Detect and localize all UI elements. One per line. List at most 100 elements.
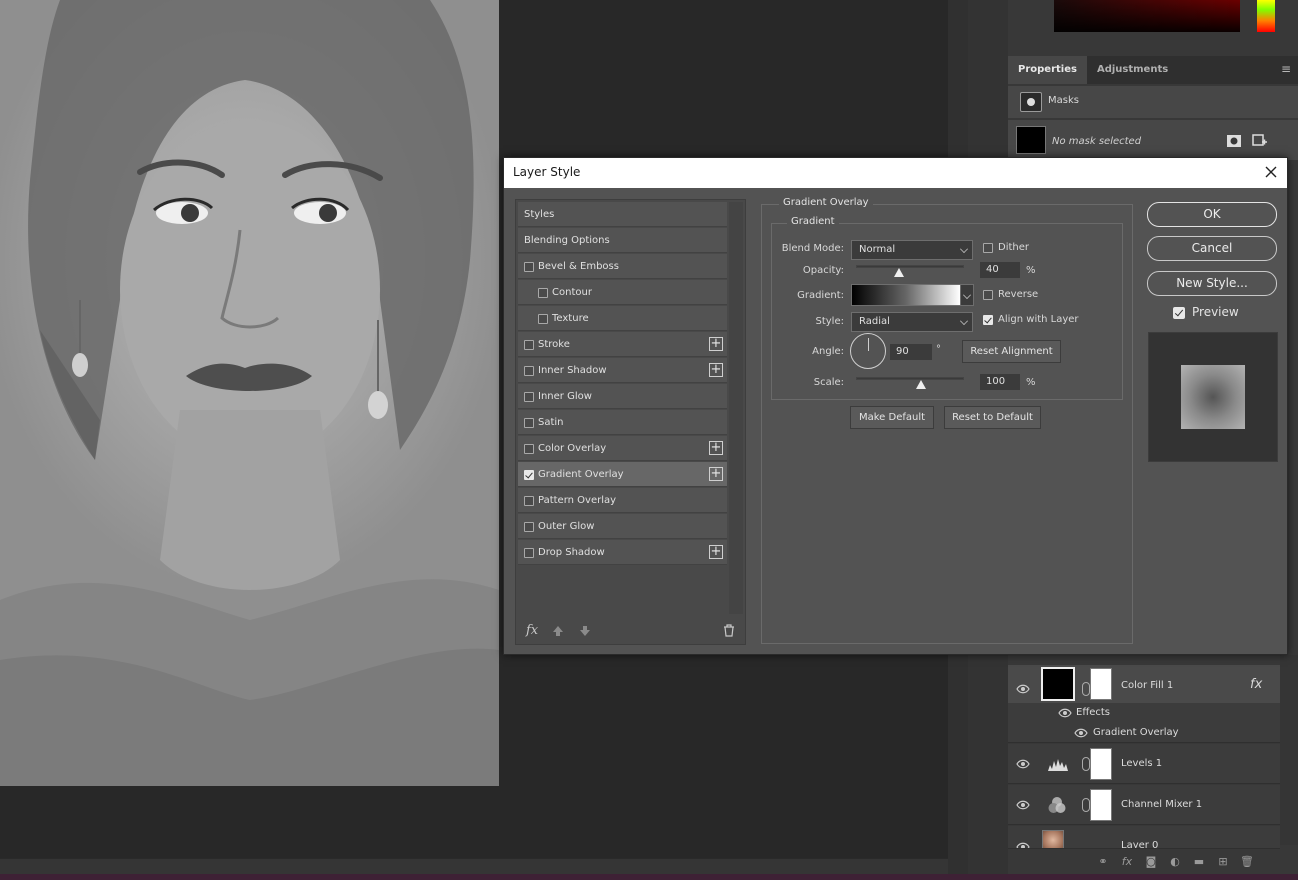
new-group-icon[interactable]: ▬ bbox=[1192, 855, 1206, 868]
adjustment-layer-icon[interactable]: ◐ bbox=[1168, 855, 1182, 868]
scale-slider-thumb[interactable] bbox=[915, 380, 926, 389]
style-item-color-overlay[interactable]: Color Overlay + bbox=[518, 436, 727, 461]
trash-icon[interactable] bbox=[723, 624, 735, 637]
style-item-drop-shadow[interactable]: Drop Shadow + bbox=[518, 540, 727, 565]
levels-adjustment-icon bbox=[1048, 759, 1068, 771]
style-item-pattern-overlay[interactable]: Pattern Overlay bbox=[518, 488, 727, 513]
outer-glow-checkbox[interactable] bbox=[524, 522, 534, 532]
add-mask-icon[interactable]: ◙ bbox=[1144, 855, 1158, 868]
align-with-layer-checkbox[interactable] bbox=[983, 315, 993, 325]
satin-checkbox[interactable] bbox=[524, 418, 534, 428]
tab-properties[interactable]: Properties bbox=[1008, 56, 1087, 84]
layers-scrollbar[interactable] bbox=[1280, 655, 1298, 845]
chevron-down-icon bbox=[960, 245, 968, 253]
cancel-button[interactable]: Cancel bbox=[1147, 236, 1277, 261]
styles-scrollbar[interactable] bbox=[729, 202, 743, 614]
link-icon[interactable] bbox=[1082, 798, 1090, 812]
stroke-checkbox[interactable] bbox=[524, 340, 534, 350]
gradient-overlay-eye-icon[interactable] bbox=[1074, 728, 1088, 738]
angle-input[interactable]: 90 bbox=[890, 344, 932, 360]
link-icon[interactable] bbox=[1082, 682, 1090, 696]
drop-shadow-checkbox[interactable] bbox=[524, 548, 534, 558]
add-vector-mask-icon[interactable] bbox=[1252, 134, 1268, 148]
new-layer-icon[interactable]: ⊞ bbox=[1216, 855, 1230, 868]
add-stroke-icon[interactable]: + bbox=[709, 337, 723, 351]
color-overlay-checkbox[interactable] bbox=[524, 444, 534, 454]
style-item-blending-options[interactable]: Blending Options bbox=[518, 228, 727, 253]
style-item-texture[interactable]: Texture bbox=[518, 306, 727, 331]
layer-0[interactable]: Layer 0 bbox=[1008, 826, 1280, 849]
close-icon[interactable] bbox=[1263, 164, 1279, 180]
effects-label: Effects bbox=[1076, 707, 1110, 718]
fx-badge-icon[interactable]: fx bbox=[1250, 677, 1262, 692]
visibility-eye-icon[interactable] bbox=[1016, 842, 1030, 849]
style-item-inner-shadow[interactable]: Inner Shadow + bbox=[518, 358, 727, 383]
visibility-eye-icon[interactable] bbox=[1016, 684, 1030, 694]
gradient-overlay-checkbox[interactable] bbox=[524, 470, 534, 480]
new-style-button[interactable]: New Style... bbox=[1147, 271, 1277, 296]
dither-checkbox[interactable] bbox=[983, 243, 993, 253]
style-item-contour[interactable]: Contour bbox=[518, 280, 727, 305]
style-item-satin[interactable]: Satin bbox=[518, 410, 727, 435]
delete-layer-icon[interactable]: 🗑 bbox=[1240, 855, 1254, 868]
make-default-button[interactable]: Make Default bbox=[850, 406, 934, 429]
add-pixel-mask-icon[interactable] bbox=[1226, 134, 1242, 148]
opacity-input[interactable]: 40 bbox=[980, 262, 1020, 278]
reverse-checkbox[interactable] bbox=[983, 290, 993, 300]
color-picker-field[interactable] bbox=[1054, 0, 1240, 32]
align-with-layer-label: Align with Layer bbox=[998, 314, 1079, 325]
pattern-overlay-checkbox[interactable] bbox=[524, 496, 534, 506]
style-item-outer-glow[interactable]: Outer Glow bbox=[518, 514, 727, 539]
dialog-titlebar[interactable]: Layer Style bbox=[504, 158, 1287, 188]
add-style-icon[interactable]: fx bbox=[1120, 855, 1134, 868]
add-color-overlay-icon[interactable]: + bbox=[709, 441, 723, 455]
style-item-styles[interactable]: Styles bbox=[518, 202, 727, 227]
style-item-label: Stroke bbox=[538, 339, 570, 350]
texture-checkbox[interactable] bbox=[538, 314, 548, 324]
move-up-icon[interactable] bbox=[552, 625, 564, 637]
style-item-stroke[interactable]: Stroke + bbox=[518, 332, 727, 357]
layer-levels-1[interactable]: Levels 1 bbox=[1008, 744, 1280, 784]
angle-dial[interactable] bbox=[850, 333, 886, 369]
add-inner-shadow-icon[interactable]: + bbox=[709, 363, 723, 377]
reset-alignment-button[interactable]: Reset Alignment bbox=[962, 340, 1061, 363]
preview-thumbnail-box bbox=[1148, 332, 1278, 462]
opacity-slider[interactable] bbox=[856, 265, 964, 268]
blend-mode-dropdown[interactable]: Normal bbox=[851, 240, 973, 260]
add-drop-shadow-icon[interactable]: + bbox=[709, 545, 723, 559]
gradient-dropdown-toggle[interactable] bbox=[960, 284, 974, 306]
contour-checkbox[interactable] bbox=[538, 288, 548, 298]
style-dropdown[interactable]: Radial bbox=[851, 312, 973, 332]
effect-gradient-overlay-row[interactable]: Gradient Overlay bbox=[1008, 723, 1280, 743]
panel-menu-icon[interactable]: ≡ bbox=[1278, 62, 1294, 76]
link-layers-icon[interactable]: ⚭ bbox=[1096, 855, 1110, 868]
gradient-picker[interactable] bbox=[851, 284, 961, 306]
gradient-label: Gradient: bbox=[797, 290, 844, 301]
move-down-icon[interactable] bbox=[579, 625, 591, 637]
inner-shadow-checkbox[interactable] bbox=[524, 366, 534, 376]
scale-slider[interactable] bbox=[856, 377, 964, 380]
layer-channel-mixer-1[interactable]: Channel Mixer 1 bbox=[1008, 785, 1280, 825]
effects-eye-icon[interactable] bbox=[1058, 708, 1072, 718]
inner-glow-checkbox[interactable] bbox=[524, 392, 534, 402]
visibility-eye-icon[interactable] bbox=[1016, 800, 1030, 810]
opacity-slider-thumb[interactable] bbox=[894, 268, 905, 277]
bevel-emboss-checkbox[interactable] bbox=[524, 262, 534, 272]
style-item-bevel-emboss[interactable]: Bevel & Emboss bbox=[518, 254, 727, 279]
angle-unit: ° bbox=[936, 344, 941, 355]
style-item-label: Pattern Overlay bbox=[538, 495, 617, 506]
tab-adjustments[interactable]: Adjustments bbox=[1087, 56, 1178, 84]
link-icon[interactable] bbox=[1082, 757, 1090, 771]
effects-row[interactable]: Effects bbox=[1008, 703, 1280, 723]
fx-icon[interactable]: fx bbox=[526, 623, 538, 638]
ok-button[interactable]: OK bbox=[1147, 202, 1277, 227]
hue-slider[interactable] bbox=[1257, 0, 1275, 32]
visibility-eye-icon[interactable] bbox=[1016, 759, 1030, 769]
preview-checkbox[interactable] bbox=[1173, 307, 1185, 319]
add-gradient-overlay-icon[interactable]: + bbox=[709, 467, 723, 481]
canvas-horizontal-scrollbar[interactable] bbox=[0, 858, 948, 874]
reset-to-default-button[interactable]: Reset to Default bbox=[944, 406, 1041, 429]
style-item-inner-glow[interactable]: Inner Glow bbox=[518, 384, 727, 409]
style-item-gradient-overlay[interactable]: Gradient Overlay + bbox=[518, 462, 727, 487]
scale-input[interactable]: 100 bbox=[980, 374, 1020, 390]
